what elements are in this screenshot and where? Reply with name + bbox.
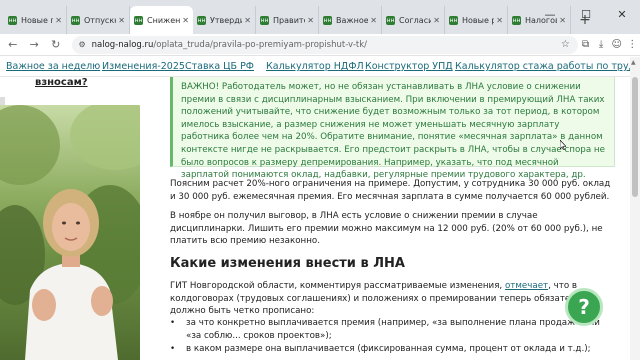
site-info-icon[interactable]: ⚙ xyxy=(78,40,85,49)
article-content: ВАЖНО! Работодатель может, но не обязан … xyxy=(152,77,622,360)
url-host: nalog-nalog.ru xyxy=(91,39,154,50)
mouse-cursor-icon xyxy=(560,140,566,150)
section-heading: Какие изменения внести в ЛНА xyxy=(170,256,405,271)
list-item: • за что конкретно выплачивается премия (… xyxy=(170,317,600,342)
site-favicon-icon: нн xyxy=(260,15,269,25)
tab-label: Новые прав xyxy=(21,15,53,25)
scroll-up-icon[interactable]: ▲ xyxy=(631,59,636,66)
tab-2-active[interactable]: нн Снижени✕ xyxy=(130,6,193,34)
tab-label: Отпускные xyxy=(84,15,116,25)
nav-link-upd-constructor[interactable]: Конструктор УПД xyxy=(365,61,453,72)
bookmark-star-icon[interactable]: ☆ xyxy=(561,39,570,50)
tab-4[interactable]: нн Правитель✕ xyxy=(256,6,319,34)
nav-link-ndfl-calc[interactable]: Калькулятор НДФЛ xyxy=(266,61,364,72)
site-favicon-icon: нн xyxy=(512,15,521,25)
tab-0[interactable]: нн Новые прав✕ xyxy=(4,6,67,34)
tab-7[interactable]: нн Новые реко✕ xyxy=(445,6,508,34)
tab-5[interactable]: нн Важное уто✕ xyxy=(319,6,382,34)
tab-label: Важное уто xyxy=(336,15,369,25)
maximize-button[interactable]: ☐ xyxy=(568,0,604,30)
sidebar: взносам? xyxy=(0,77,146,360)
paragraph-git: ГИТ Новгородской области, комментируя ра… xyxy=(170,280,615,318)
site-favicon-icon: нн xyxy=(71,15,80,25)
close-icon[interactable]: ✕ xyxy=(55,16,62,25)
list-item: • в каком размере она выплачивается (фикс… xyxy=(170,343,600,356)
nav-link-seniority-calc[interactable]: Калькулятор стажа работы по трудово xyxy=(455,61,640,72)
list-item-text: за что конкретно выплачивается премия (н… xyxy=(186,318,600,341)
site-favicon-icon: нн xyxy=(134,15,143,25)
paragraph-git-text: ГИТ Новгородской области, комментируя ра… xyxy=(170,281,505,291)
menu-icon[interactable]: ⋮ xyxy=(624,39,640,50)
site-favicon-icon: нн xyxy=(8,15,17,25)
paragraph-example: Поясним расчет 20%-ного ограничения на п… xyxy=(170,179,611,202)
url-field[interactable]: ⚙ nalog-nalog.ru/oplata_truda/pravila-po… xyxy=(72,35,578,54)
tab-strip: ннНовые прав✕ ннОтпускные✕ ннСнижени✕ нн… xyxy=(0,0,640,34)
tab-label: Утвердили xyxy=(210,15,242,25)
close-icon[interactable]: ✕ xyxy=(307,16,314,25)
profile-icon[interactable]: ☺ xyxy=(609,39,625,50)
address-bar-row: ← → ↻ ⚙ nalog-nalog.ru/oplata_truda/prav… xyxy=(0,34,640,56)
url-path: /oplata_truda/pravila-po-premiyam-propis… xyxy=(153,39,368,50)
downloads-icon[interactable]: ⤓ xyxy=(593,39,609,50)
list-item-text: в каком размере она выплачивается (фикси… xyxy=(186,344,591,354)
close-window-button[interactable]: ✕ xyxy=(604,0,640,30)
sidebar-link-fragment[interactable]: взносам? xyxy=(35,77,88,88)
close-icon[interactable]: ✕ xyxy=(433,16,440,25)
tab-label: Согласие н xyxy=(399,15,431,25)
tab-3[interactable]: нн Утвердили✕ xyxy=(193,6,256,34)
close-icon[interactable]: ✕ xyxy=(182,16,189,25)
close-icon[interactable]: ✕ xyxy=(370,16,377,25)
forward-icon[interactable]: → xyxy=(25,36,42,54)
site-favicon-icon: нн xyxy=(449,15,458,25)
close-icon[interactable]: ✕ xyxy=(496,16,503,25)
site-favicon-icon: нн xyxy=(323,15,332,25)
bullet-icon: • xyxy=(170,318,176,328)
back-icon[interactable]: ← xyxy=(4,36,21,54)
minimize-button[interactable]: — xyxy=(532,0,568,30)
paragraph-reprimand: В ноябре он получил выговор, в ЛНА есть … xyxy=(170,211,603,247)
reload-icon[interactable]: ↻ xyxy=(47,36,64,54)
nav-link-cb-rate[interactable]: Ставка ЦБ РФ xyxy=(185,61,254,72)
page-scrollbar[interactable]: ▲ xyxy=(630,57,640,360)
source-link[interactable]: отмечает xyxy=(505,281,548,291)
important-callout: ВАЖНО! Работодатель может, но не обязан … xyxy=(170,77,615,180)
tab-1[interactable]: нн Отпускные✕ xyxy=(67,6,130,34)
site-favicon-icon: нн xyxy=(386,15,395,25)
browser-window: ннНовые прав✕ ннОтпускные✕ ннСнижени✕ нн… xyxy=(0,0,640,360)
site-favicon-icon: нн xyxy=(197,15,206,25)
extensions-icon[interactable]: ⧉ xyxy=(578,39,594,50)
help-button[interactable]: ? xyxy=(565,288,603,326)
tab-label: Новые реко xyxy=(462,15,494,25)
bullet-icon: • xyxy=(170,344,176,354)
tab-6[interactable]: нн Согласие н✕ xyxy=(382,6,445,34)
nav-link-week[interactable]: Важное за неделю xyxy=(6,61,100,72)
scrollbar-thumb[interactable] xyxy=(632,77,638,197)
site-navigation: Важное за неделю Изменения-2025 Ставка Ц… xyxy=(0,57,640,77)
nav-link-changes-2025[interactable]: Изменения-2025 xyxy=(102,61,185,72)
presenter-video-frame xyxy=(0,105,140,360)
video-overlay[interactable] xyxy=(0,105,140,360)
tab-label: Правитель xyxy=(273,15,305,25)
close-icon[interactable]: ✕ xyxy=(244,16,251,25)
close-icon[interactable]: ✕ xyxy=(118,16,125,25)
tab-label: Снижени xyxy=(147,15,181,25)
